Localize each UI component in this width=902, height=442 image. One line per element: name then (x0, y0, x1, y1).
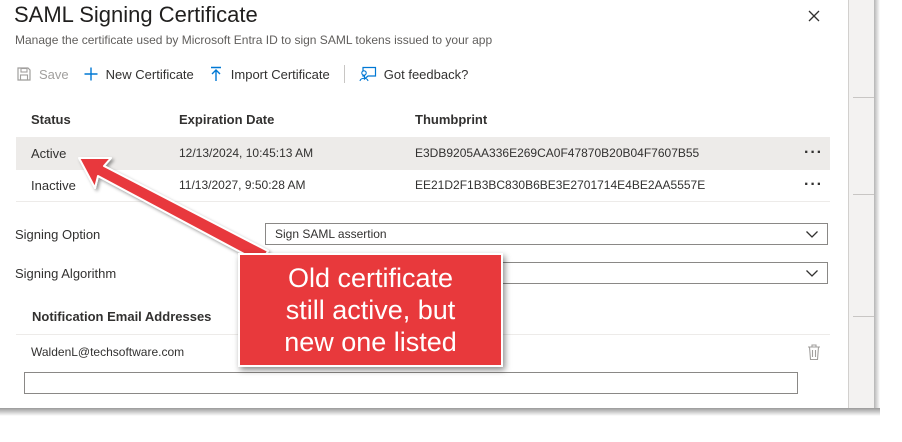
feedback-button[interactable]: Got feedback? (359, 66, 469, 82)
close-icon (808, 10, 820, 22)
signing-option-select[interactable]: Sign SAML assertion (265, 223, 828, 245)
signing-algorithm-label: Signing Algorithm (15, 266, 117, 281)
column-status[interactable]: Status (31, 112, 71, 127)
plus-icon (84, 67, 98, 81)
import-certificate-button[interactable]: Import Certificate (208, 66, 330, 82)
new-certificate-button[interactable]: New Certificate (83, 66, 194, 82)
notification-email-header: Notification Email Addresses (32, 309, 212, 324)
torn-edge-shadow (874, 0, 880, 415)
row-expiration: 12/13/2024, 10:45:13 AM (179, 146, 314, 160)
row-thumbprint: EE21D2F1B3BC830B6BE3E2701714E4BE2AA5557E (415, 178, 706, 192)
callout-line: new one listed (284, 327, 457, 357)
chevron-down-icon (806, 270, 818, 277)
trash-icon (808, 344, 820, 361)
signing-option-label: Signing Option (15, 227, 101, 242)
more-options-icon[interactable]: ··· (804, 144, 823, 162)
save-label: Save (39, 66, 69, 82)
page-subtitle: Manage the certificate used by Microsoft… (15, 33, 493, 47)
feedback-label: Got feedback? (383, 66, 469, 82)
more-options-icon[interactable]: ··· (804, 176, 823, 194)
upload-icon (210, 66, 221, 81)
page-title: SAML Signing Certificate (14, 2, 258, 27)
chevron-down-icon (806, 231, 818, 238)
signing-option-value: Sign SAML assertion (275, 227, 387, 241)
table-row[interactable]: Inactive 11/13/2027, 9:50:28 AM EE21D2F1… (16, 169, 830, 202)
save-button[interactable]: Save (16, 66, 69, 82)
background-panel (848, 0, 875, 410)
new-certificate-label: New Certificate (105, 66, 194, 82)
certificate-table-header: Status Expiration Date Thumbprint (16, 106, 830, 134)
row-expiration: 11/13/2027, 9:50:28 AM (179, 178, 306, 192)
notification-email-item: WaldenL@techsoftware.com (31, 345, 185, 359)
callout-line: Old certificate (287, 263, 454, 293)
delete-email-button[interactable] (806, 343, 822, 366)
annotation-callout: Old certificate still active, but new on… (238, 253, 503, 367)
close-button[interactable] (804, 6, 824, 26)
row-status: Inactive (31, 178, 76, 193)
import-certificate-label: Import Certificate (230, 66, 330, 82)
feedback-icon (359, 66, 376, 82)
table-row[interactable]: Active 12/13/2024, 10:45:13 AM E3DB9205A… (16, 137, 830, 170)
callout-line: still active, but (285, 295, 456, 325)
column-expiration-date[interactable]: Expiration Date (179, 112, 274, 127)
save-icon (17, 67, 31, 81)
command-bar: Save New Certificate Import Certificate … (16, 62, 482, 86)
row-thumbprint: E3DB9205AA336E269CA0F47870B20B04F7607B55 (415, 146, 700, 160)
toolbar-separator (343, 65, 345, 83)
torn-edge-shadow (0, 408, 880, 416)
new-email-input[interactable] (24, 372, 798, 394)
column-thumbprint[interactable]: Thumbprint (415, 112, 487, 127)
row-status: Active (31, 146, 67, 161)
